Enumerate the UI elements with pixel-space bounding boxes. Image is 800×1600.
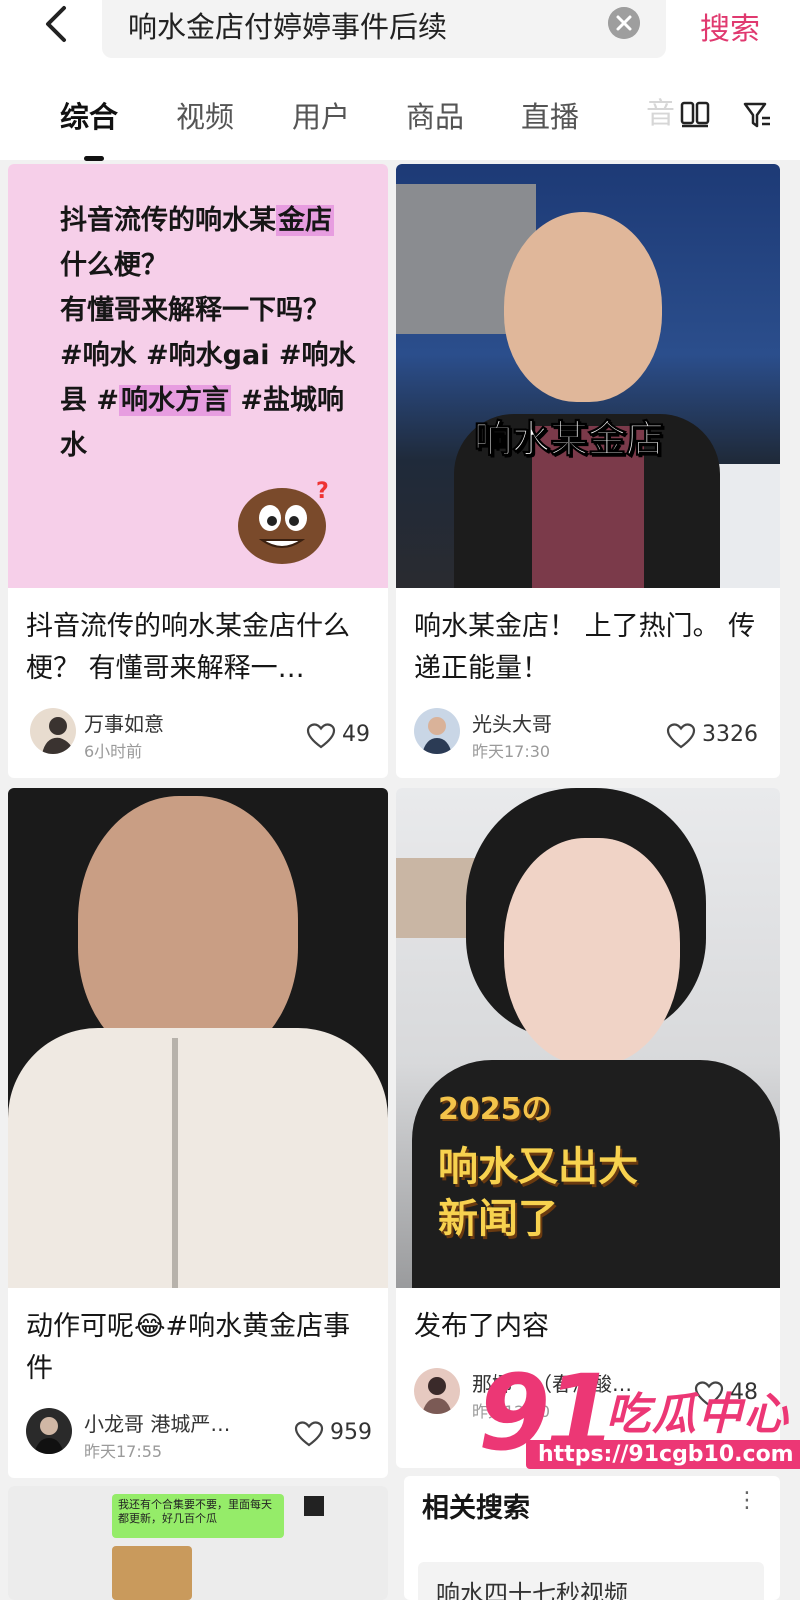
card-thumbnail: 2025の 响水又出大 新闻了 — [396, 788, 780, 1288]
clear-icon[interactable] — [608, 7, 640, 39]
search-query[interactable]: 响水金店付婷婷事件后续 — [128, 4, 447, 46]
svg-text:?: ? — [316, 479, 329, 504]
like-count: 49 — [342, 722, 370, 747]
watermark: 91 吃瓜中心 https://91cgb10.com — [478, 1352, 800, 1480]
search-button[interactable]: 搜索 — [700, 4, 760, 48]
result-card[interactable]: 响水某金店 响水某金店！ 上了热门。 传递正能量！ 光头大哥 昨天17:30 3… — [396, 164, 780, 778]
jacket-zipper — [172, 1038, 178, 1288]
tab-overflow[interactable]: 音 — [646, 90, 676, 146]
card-thumbnail: 响水某金店 — [396, 164, 780, 588]
author-name[interactable]: 光头大哥 — [472, 708, 552, 737]
filter-icon[interactable] — [742, 100, 772, 130]
card-title: 抖音流传的响水某金店什么梗？ 有懂哥来解释一… — [26, 611, 350, 684]
fleece-jacket — [8, 1028, 388, 1288]
post-time: 6小时前 — [84, 742, 143, 761]
avatar[interactable] — [414, 708, 460, 754]
result-card[interactable]: 动作可呢😂#响水黄金店事件 小龙哥 港城严… 昨天17:55 959 — [8, 788, 388, 1478]
author-name[interactable]: 小龙哥 港城严… — [84, 1408, 230, 1437]
heart-icon[interactable] — [294, 1420, 324, 1448]
overlay-headline: 响水又出大 — [438, 1144, 638, 1190]
avatar-person-icon — [34, 1417, 64, 1454]
watermark-url: https://91cgb10.com — [526, 1440, 800, 1469]
post-time: 昨天17:30 — [472, 742, 551, 761]
grid-toggle-icon[interactable] — [680, 100, 710, 128]
avatar-person-icon — [422, 1377, 452, 1414]
avatar[interactable] — [414, 1368, 460, 1414]
person-face — [504, 838, 680, 1066]
result-card[interactable]: 我还有个合集要不要，里面每天都更新，好几百个瓜 — [8, 1486, 388, 1600]
thumbnail-caption: 响水某金店 — [473, 417, 665, 462]
search-input[interactable]: 响水金店付婷婷事件后续 — [102, 0, 666, 58]
avatar-silhouette-icon — [42, 717, 74, 754]
overlay-year: 2025の — [438, 1092, 552, 1127]
watermark-text: 吃瓜中心 — [606, 1389, 790, 1440]
active-tab-indicator — [84, 156, 104, 161]
card-thumbnail: 我还有个合集要不要，里面每天都更新，好几百个瓜 — [8, 1486, 388, 1600]
card-title: 响水某金店！ 上了热门。 传递正能量！ — [414, 611, 756, 684]
tab-users[interactable]: 用户 — [292, 94, 350, 136]
dog-photo — [112, 1546, 192, 1600]
confused-emoji-icon: ? — [238, 479, 329, 564]
like-count: 3326 — [702, 722, 758, 747]
qr-fragment — [304, 1496, 324, 1516]
related-searches: 相关搜索 ⋮ 响水四十七秒视频 — [404, 1476, 780, 1600]
thumbnail-text: 抖音流传的响水某金店 什么梗？ 有懂哥来解释一下吗？ #响水 #响水gai #响… — [60, 205, 356, 461]
related-title: 相关搜索 — [422, 1493, 530, 1524]
avatar[interactable] — [30, 708, 76, 754]
card-thumbnail — [8, 788, 388, 1288]
author-name[interactable]: 万事如意 — [84, 708, 164, 737]
result-card[interactable]: 抖音流传的响水某金店 什么梗？ 有懂哥来解释一下吗？ #响水 #响水gai #响… — [8, 164, 388, 778]
avatar[interactable] — [26, 1408, 72, 1454]
avatar-person-icon — [422, 717, 452, 754]
post-time: 昨天17:55 — [84, 1442, 163, 1461]
person-face — [78, 796, 298, 1066]
related-search-item[interactable]: 响水四十七秒视频 — [418, 1562, 764, 1600]
like-count: 959 — [330, 1420, 372, 1445]
tab-products[interactable]: 商品 — [406, 94, 464, 136]
search-header: 响水金店付婷婷事件后续 搜索 综合 视频 用户 商品 直播 音 — [0, 0, 800, 161]
card-thumbnail: 抖音流传的响水某金店 什么梗？ 有懂哥来解释一下吗？ #响水 #响水gai #响… — [8, 164, 388, 588]
chat-bubble: 我还有个合集要不要，里面每天都更新，好几百个瓜 — [112, 1494, 284, 1538]
tab-bar: 综合 视频 用户 商品 直播 音 — [0, 90, 800, 161]
card-title: 动作可呢😂#响水黄金店事件 — [26, 1311, 351, 1384]
overlay-headline: 新闻了 — [438, 1196, 558, 1242]
tab-live[interactable]: 直播 — [521, 94, 579, 136]
more-options-icon[interactable]: ⋮ — [736, 1488, 758, 1513]
heart-icon[interactable] — [666, 722, 696, 750]
tab-video[interactable]: 视频 — [176, 94, 234, 136]
chevron-left-icon[interactable] — [38, 2, 78, 46]
tab-all[interactable]: 综合 — [60, 94, 118, 136]
heart-icon[interactable] — [306, 722, 336, 750]
card-title: 发布了内容 — [414, 1311, 549, 1342]
person-head — [504, 212, 662, 402]
